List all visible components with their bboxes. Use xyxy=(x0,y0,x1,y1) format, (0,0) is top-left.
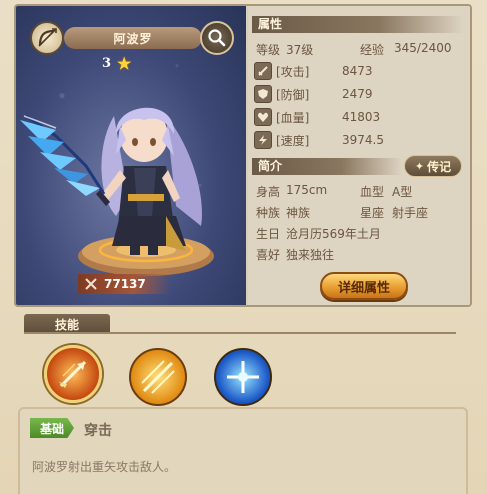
stat-label: [防御] xyxy=(276,87,310,102)
stat-value: 2479 xyxy=(342,87,373,101)
blood-type-value: A型 xyxy=(392,185,413,199)
combat-power: 77137 xyxy=(78,274,170,294)
heart-icon xyxy=(254,108,272,126)
hero-panel: 阿波罗 3 ★ 77137 属性 等级 37级 经验 345/2400 [攻击]… xyxy=(14,4,472,307)
blood-type-label: 血型 xyxy=(360,185,385,199)
feather-icon: ✦ xyxy=(414,159,425,173)
stat-value: 3974.5 xyxy=(342,133,384,147)
arrow-strike-icon xyxy=(59,360,87,388)
zodiac-value: 射手座 xyxy=(392,206,429,220)
height-value: 175cm xyxy=(286,183,328,197)
birthday-value: 沧月历569年土月 xyxy=(286,227,381,241)
exp-label: 经验 xyxy=(360,43,385,57)
blue-cross-icon xyxy=(227,361,259,393)
stat-value: 8473 xyxy=(342,64,373,78)
stat-row-hp: [血量] 41803 xyxy=(254,107,380,127)
attributes-header: 属性 xyxy=(252,16,464,33)
biography-button[interactable]: ✦ 传记 xyxy=(404,155,462,177)
skill-description: 阿波罗射出重矢攻击敌人。 xyxy=(32,460,177,474)
height-label: 身高 xyxy=(256,185,281,199)
skill-name: 穿击 xyxy=(84,423,112,439)
stat-value: 41803 xyxy=(342,110,381,124)
search-button[interactable] xyxy=(200,21,234,55)
stat-label: [速度] xyxy=(276,133,310,148)
skill-slot-1[interactable] xyxy=(44,345,102,403)
star-icon: ★ xyxy=(117,54,132,73)
hero-detail-screen: 阿波罗 3 ★ 77137 属性 等级 37级 经验 345/2400 [攻击]… xyxy=(0,0,487,494)
stat-label: [攻击] xyxy=(276,64,310,79)
tab-skills[interactable]: 技能 xyxy=(24,314,110,334)
exp-value: 345/2400 xyxy=(394,41,452,55)
lightning-icon xyxy=(254,131,272,149)
bow-icon[interactable] xyxy=(30,21,64,55)
sword-icon xyxy=(254,62,272,80)
hero-showcase: 阿波罗 3 ★ 77137 xyxy=(16,6,246,305)
skill-slot-3[interactable] xyxy=(214,348,272,406)
stat-row-defense: [防御] 2479 xyxy=(254,84,373,104)
light-rays-icon xyxy=(141,360,175,394)
hobby-label: 喜好 xyxy=(256,248,281,262)
star-count: 3 xyxy=(102,56,112,71)
hobby-value: 独来独往 xyxy=(286,248,335,262)
search-icon xyxy=(208,29,226,47)
crossed-swords-icon xyxy=(85,278,97,290)
level-label: 等级 xyxy=(256,43,281,57)
skills-divider xyxy=(24,332,456,334)
combat-power-value: 77137 xyxy=(104,277,146,291)
detail-attributes-button[interactable]: 详细属性 xyxy=(320,272,408,300)
zodiac-label: 星座 xyxy=(360,206,385,220)
skill-tier-badge: 基础 xyxy=(30,418,74,438)
biography-button-label: 传记 xyxy=(427,159,452,174)
hero-info-panel: 属性 等级 37级 经验 345/2400 [攻击] 8473 [防御] 247… xyxy=(248,6,470,305)
hero-name: 阿波罗 xyxy=(64,27,202,49)
profile-header: 简介 xyxy=(252,158,402,175)
skill-description-panel: 基础 穿击 阿波罗射出重矢攻击敌人。 xyxy=(18,407,468,494)
birthday-label: 生日 xyxy=(256,227,281,241)
skill-slot-2[interactable] xyxy=(129,348,187,406)
shield-icon xyxy=(254,85,272,103)
stat-row-speed: [速度] 3974.5 xyxy=(254,130,384,150)
stat-label: [血量] xyxy=(276,110,310,125)
race-value: 神族 xyxy=(286,206,311,220)
hero-character-image xyxy=(20,107,214,276)
stat-row-attack: [攻击] 8473 xyxy=(254,61,373,81)
level-value: 37级 xyxy=(286,43,314,57)
race-label: 种族 xyxy=(256,206,281,220)
hero-star-rating: 3 ★ xyxy=(102,54,131,73)
